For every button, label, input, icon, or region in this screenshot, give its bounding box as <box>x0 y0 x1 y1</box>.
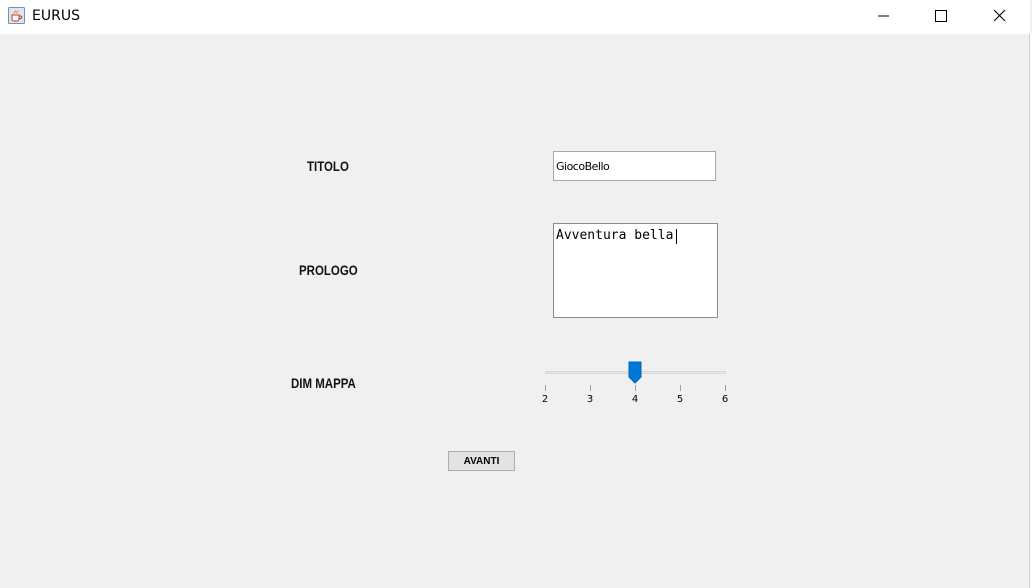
minimize-icon <box>878 15 889 17</box>
prologo-textarea[interactable]: Avventura bella <box>554 224 717 317</box>
slider-tick <box>635 385 636 391</box>
maximize-button[interactable] <box>912 0 970 32</box>
slider-tick-label: 6 <box>721 394 729 405</box>
titolo-input[interactable] <box>554 152 715 180</box>
slider-tick <box>590 385 591 391</box>
slider-tick-label: 3 <box>586 394 594 405</box>
text-caret <box>676 229 677 244</box>
prologo-label: PROLOGO <box>299 262 358 278</box>
minimize-button[interactable] <box>855 0 913 32</box>
slider-tick-label: 4 <box>631 394 639 405</box>
titolo-field[interactable] <box>553 151 716 181</box>
titolo-label: TITOLO <box>307 158 349 174</box>
slider-tick <box>725 385 726 391</box>
close-icon <box>993 9 1006 22</box>
java-coffee-cup-icon[interactable] <box>8 7 25 24</box>
window-title: EURUS <box>32 8 80 24</box>
avanti-button[interactable]: AVANTI <box>448 451 515 471</box>
close-button[interactable] <box>970 0 1028 32</box>
prologo-field[interactable]: Avventura bella <box>553 223 718 318</box>
title-bar: EURUS <box>0 0 1030 34</box>
dim-mappa-label: DIM MAPPA <box>291 375 356 391</box>
slider-tick-label: 5 <box>676 394 684 405</box>
slider-tick-label: 2 <box>541 394 549 405</box>
maximize-icon <box>935 10 947 22</box>
slider-tick <box>545 385 546 391</box>
slider-thumb[interactable] <box>628 361 642 384</box>
slider-tick <box>680 385 681 391</box>
